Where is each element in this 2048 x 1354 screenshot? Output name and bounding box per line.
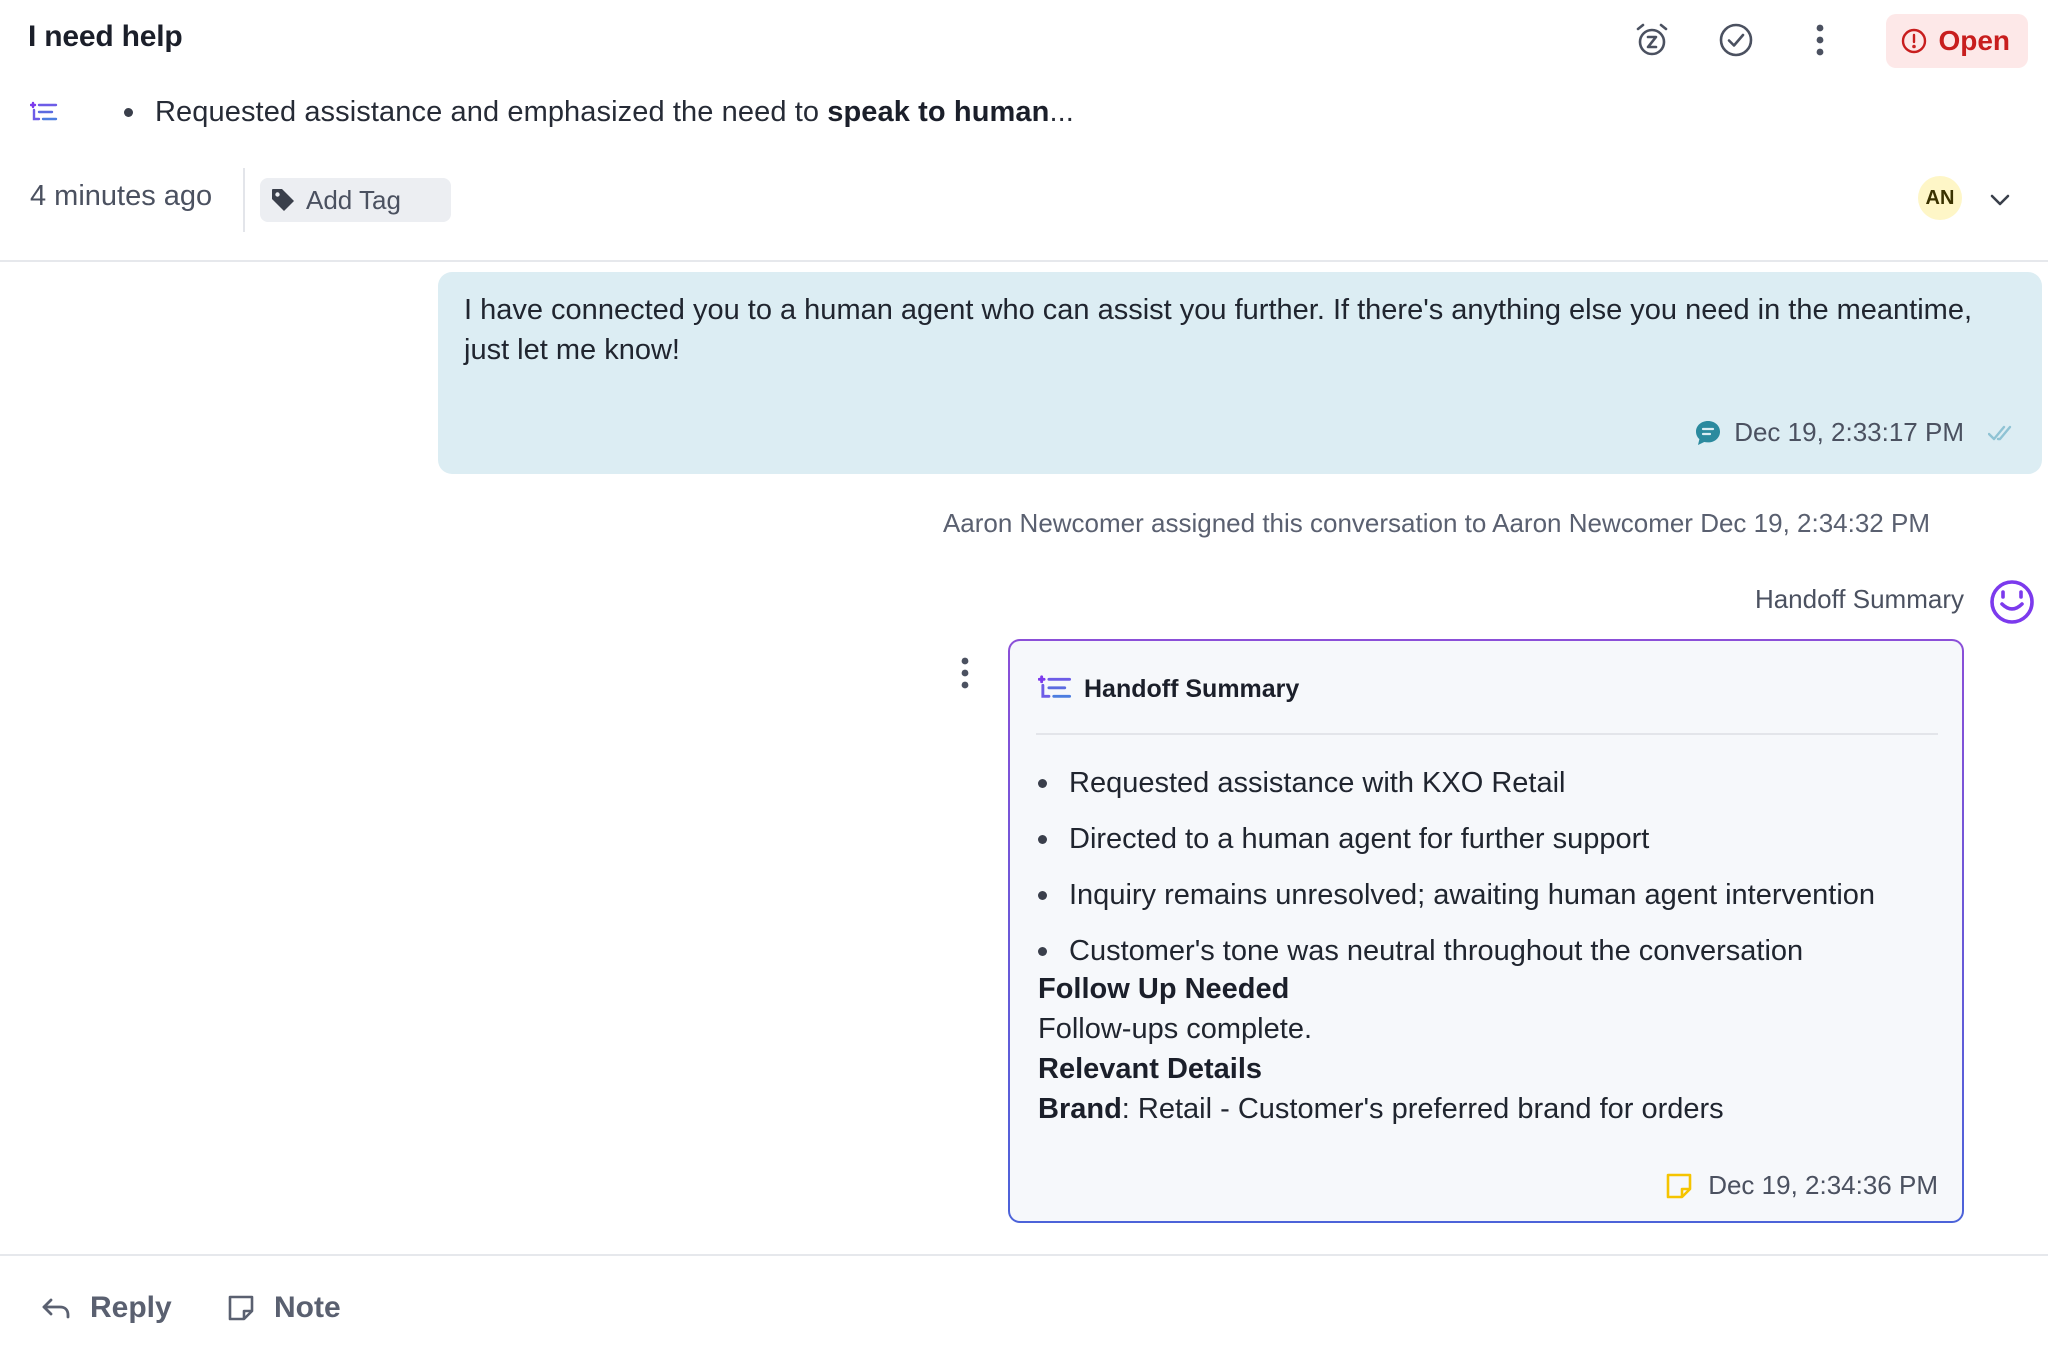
chevron-down-icon[interactable] (1982, 182, 2018, 218)
handoff-summary-list: Requested assistance with KXO Retail Dir… (1038, 755, 1875, 979)
divider (243, 168, 245, 232)
summary-preview: Requested assistance and emphasized the … (30, 96, 1074, 129)
reply-button[interactable]: Reply (40, 1284, 172, 1332)
ai-summary-icon (30, 101, 58, 120)
note-label: Note (274, 1291, 341, 1324)
conversation-header: I need help Open Requested assistance an… (0, 0, 2048, 262)
assignee-avatar[interactable]: AN (1918, 176, 1962, 220)
reply-label: Reply (90, 1291, 172, 1324)
conversation-title: I need help (28, 20, 183, 53)
meta-row: 4 minutes ago Add Tag AN (0, 168, 2048, 234)
message-menu-button[interactable] (950, 650, 980, 696)
sticky-note-icon (1666, 1173, 1692, 1198)
divider (1036, 733, 1938, 735)
status-badge[interactable]: Open (1886, 14, 2028, 68)
assignment-activity: Aaron Newcomer assigned this conversatio… (942, 508, 1930, 538)
follow-up-heading: Follow Up Needed (1038, 973, 1290, 1005)
status-label: Open (1938, 25, 2010, 56)
bot-message-meta: Dec 19, 2:33:17 PM (1694, 417, 2014, 448)
sticky-note-icon (228, 1295, 254, 1321)
alert-circle-icon (1902, 28, 1927, 54)
bot-face-icon (1988, 578, 2036, 626)
snooze-alarm-icon[interactable] (1630, 18, 1674, 62)
reply-arrow-icon (42, 1298, 70, 1319)
check-circle-icon[interactable] (1714, 18, 1758, 62)
double-check-icon (1988, 425, 2012, 440)
list-item: Requested assistance with KXO Retail (1038, 755, 1875, 811)
handoff-card-meta: Dec 19, 2:34:36 PM (1664, 1170, 1938, 1201)
bot-message-text: I have connected you to a human agent wh… (464, 294, 1973, 366)
summary-text: Requested assistance and emphasized the … (155, 96, 1074, 128)
handoff-card-time: Dec 19, 2:34:36 PM (1708, 1170, 1938, 1200)
add-tag-button[interactable]: Add Tag (260, 178, 451, 222)
ai-summary-icon (1038, 675, 1072, 698)
chat-bubble-icon (1696, 420, 1721, 445)
bot-message-time: Dec 19, 2:33:17 PM (1734, 417, 1964, 447)
tag-icon (272, 189, 294, 211)
time-ago: 4 minutes ago (30, 180, 213, 212)
follow-up-text: Follow-ups complete. (1038, 1013, 1312, 1045)
handoff-sender-label: Handoff Summary (1754, 584, 1964, 614)
list-item: Directed to a human agent for further su… (1038, 811, 1875, 867)
brand-detail: Brand: Retail - Customer's preferred bra… (1038, 1093, 1724, 1125)
handoff-details: Follow Up Needed Follow-ups complete. Re… (1038, 969, 1724, 1129)
summary-bullet (124, 108, 133, 117)
composer-bar: Reply Note (0, 1254, 2048, 1354)
details-heading: Relevant Details (1038, 1053, 1263, 1085)
handoff-card-header: Handoff Summary (1038, 673, 1299, 705)
bot-message: I have connected you to a human agent wh… (438, 272, 2042, 474)
handoff-summary-card: Handoff Summary Requested assistance wit… (1008, 639, 1964, 1223)
add-tag-label: Add Tag (306, 184, 401, 215)
handoff-card-title: Handoff Summary (1084, 674, 1300, 703)
more-vertical-icon[interactable] (1798, 18, 1842, 62)
list-item: Inquiry remains unresolved; awaiting hum… (1038, 867, 1875, 923)
note-button[interactable]: Note (226, 1284, 341, 1332)
